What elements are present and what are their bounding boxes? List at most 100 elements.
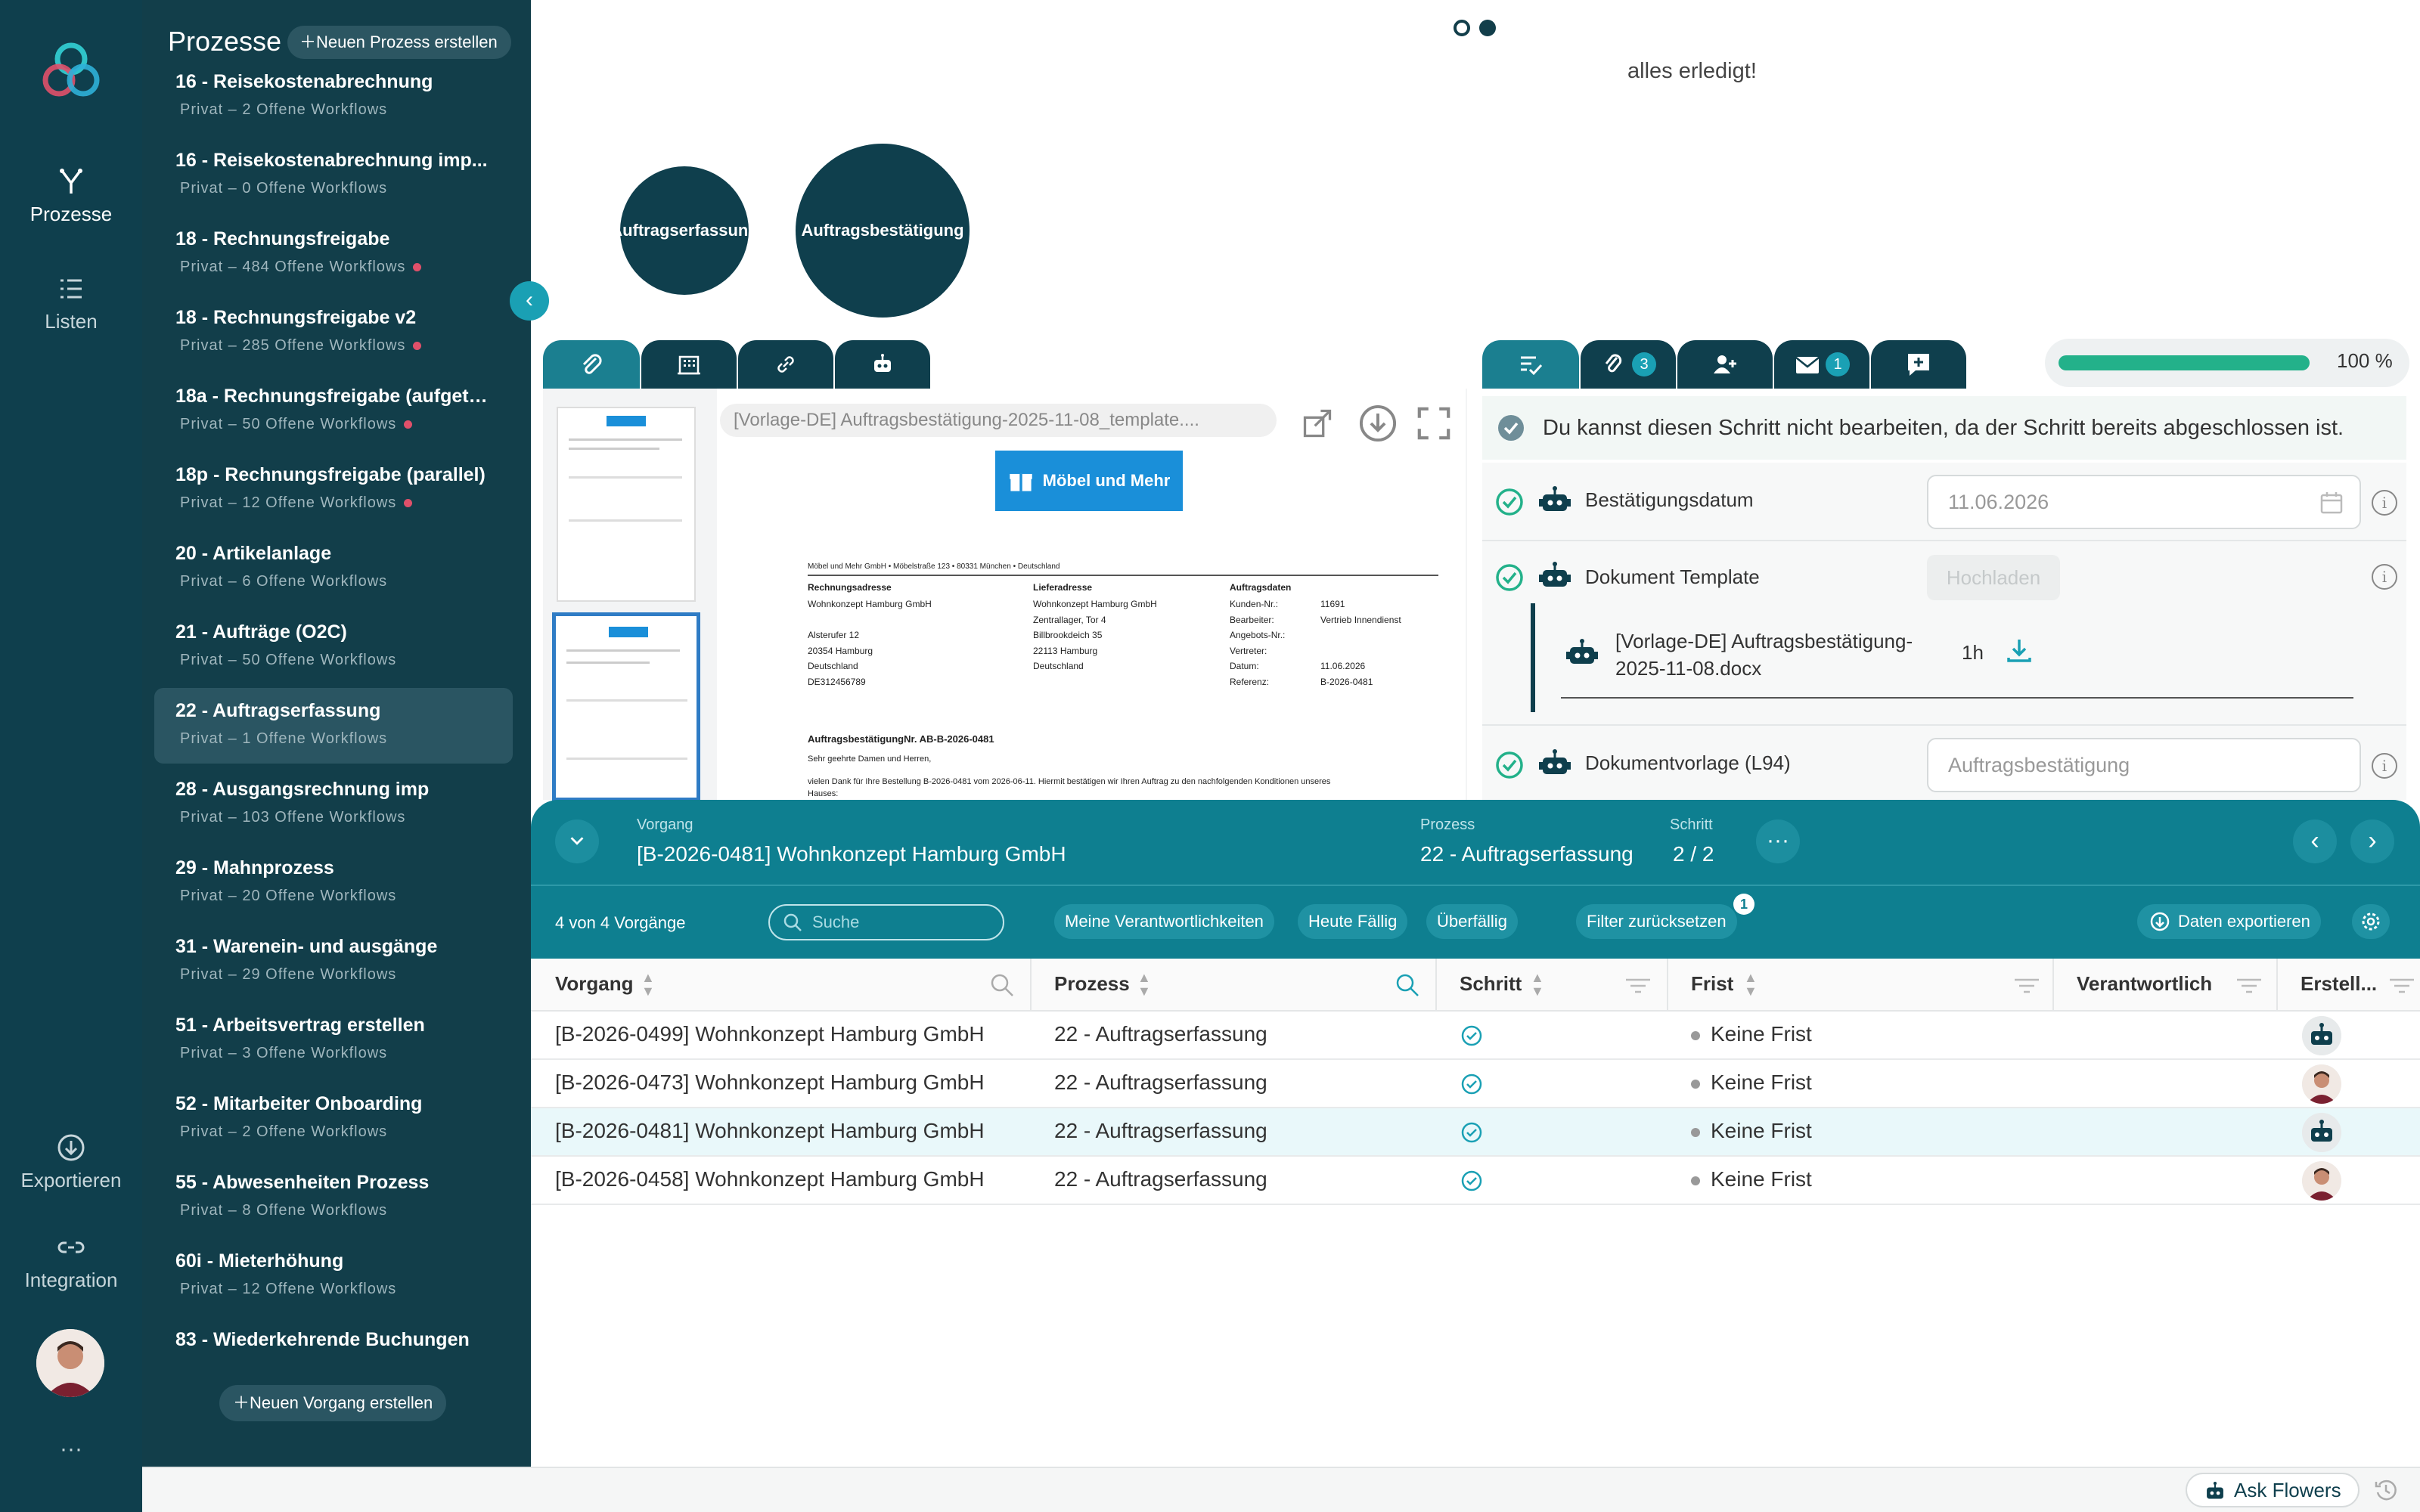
sort-icon[interactable]: ▲ ▼: [1744, 971, 1758, 998]
table-settings-button[interactable]: [2352, 904, 2390, 939]
robot-avatar-icon[interactable]: [2302, 1113, 2341, 1152]
person-avatar-icon[interactable]: [2302, 1064, 2341, 1104]
rail-item-integration[interactable]: Integration: [0, 1232, 142, 1292]
sort-icon[interactable]: ▲ ▼: [1137, 971, 1151, 998]
table-row[interactable]: [B-2026-0481] Wohnkonzept Hamburg GmbH 22…: [531, 1108, 2420, 1157]
template-file-link[interactable]: [Vorlage-DE] Auftragsbestätigung- 2025-11…: [1615, 627, 1913, 682]
filter-lines-icon[interactable]: [2235, 977, 2263, 995]
case-more-button[interactable]: ···: [1756, 820, 1800, 863]
process-item[interactable]: 31 - Warenein- und ausgänge Privat – 29 O…: [154, 924, 513, 999]
process-item[interactable]: 29 - Mahnprozess Privat – 20 Offene Workf…: [154, 845, 513, 921]
process-item[interactable]: 18 - Rechnungsfreigabe Privat – 484 Offen…: [154, 216, 513, 292]
process-item[interactable]: 18p - Rechnungsfreigabe (parallel) Privat…: [154, 452, 513, 528]
deadline-dot: [1691, 1030, 1700, 1040]
sort-icon[interactable]: ▲ ▼: [641, 971, 655, 998]
doc-order-key: Kunden-Nr.:: [1230, 599, 1279, 609]
download-icon[interactable]: [2004, 635, 2034, 665]
column-header-ersteller[interactable]: Erstell...: [2301, 972, 2377, 996]
column-header-frist[interactable]: Frist: [1691, 972, 1733, 996]
history-icon[interactable]: [2373, 1477, 2399, 1503]
filter-chip-my-responsibilities[interactable]: Meine Verantwortlichkeiten: [1054, 904, 1274, 939]
calendar-icon[interactable]: [2319, 490, 2344, 516]
page-thumbnail-2[interactable]: [552, 612, 700, 801]
flow-node-auftragserfassung[interactable]: Auftragserfassung: [610, 166, 759, 295]
next-case-button[interactable]: ›: [2350, 820, 2394, 863]
process-item[interactable]: 18 - Rechnungsfreigabe v2 Privat – 285 Of…: [154, 295, 513, 370]
column-header-schritt[interactable]: Schritt: [1460, 972, 1522, 996]
reset-filters-button[interactable]: Filter zurücksetzen: [1576, 904, 1737, 939]
filter-lines-icon[interactable]: [1624, 977, 1652, 995]
filter-chip-due-today[interactable]: Heute Fällig: [1298, 904, 1408, 939]
pager-dot-empty[interactable]: [1454, 20, 1470, 36]
process-item[interactable]: 21 - Aufträge (O2C) Privat – 50 Offene Wo…: [154, 609, 513, 685]
collapse-sidebar-button[interactable]: ‹: [510, 281, 549, 321]
process-item[interactable]: 18a - Rechnungsfreigabe (aufgete... Priva…: [154, 373, 513, 449]
process-item[interactable]: 28 - Ausgangsrechnung imp Privat – 103 Of…: [154, 767, 513, 842]
table-row[interactable]: [B-2026-0473] Wohnkonzept Hamburg GmbH 22…: [531, 1060, 2420, 1108]
date-input[interactable]: 11.06.2026: [1927, 475, 2361, 529]
person-avatar-icon[interactable]: [2302, 1161, 2341, 1201]
process-item[interactable]: 55 - Abwesenheiten Prozess Privat – 8 Off…: [154, 1160, 513, 1235]
process-name: 20 - Artikelanlage: [175, 543, 332, 564]
process-item[interactable]: 22 - Auftragserfassung Privat – 1 Offene …: [154, 688, 513, 764]
more-menu-button[interactable]: ···: [0, 1436, 142, 1462]
process-item[interactable]: 16 - Reisekostenabrechnung imp... Privat …: [154, 138, 513, 213]
tab-task-assignees[interactable]: [1677, 340, 1773, 389]
search-icon[interactable]: [1395, 972, 1420, 998]
process-item[interactable]: 83 - Wiederkehrende Buchungen: [154, 1317, 513, 1353]
table-row[interactable]: [B-2026-0499] Wohnkonzept Hamburg GmbH 22…: [531, 1012, 2420, 1060]
process-item[interactable]: 20 - Artikelanlage Privat – 6 Offene Work…: [154, 531, 513, 606]
filter-chip-overdue[interactable]: Überfällig: [1426, 904, 1518, 939]
doc-body: vielen Dank für Ihre Bestellung B-2026-0…: [808, 777, 1331, 786]
pager-dot-filled[interactable]: [1479, 20, 1496, 36]
vorgang-label: Vorgang: [637, 816, 693, 833]
user-avatar[interactable]: [36, 1329, 104, 1397]
column-header-prozess[interactable]: Prozess: [1054, 972, 1130, 996]
rail-item-processes[interactable]: Prozesse: [0, 166, 142, 226]
info-icon[interactable]: i: [2372, 753, 2397, 779]
doc-template-input[interactable]: Auftragsbestätigung: [1927, 738, 2361, 792]
tab-task-comment[interactable]: [1871, 340, 1966, 389]
previous-case-button[interactable]: ‹: [2293, 820, 2337, 863]
collapse-case-panel-button[interactable]: [555, 820, 599, 863]
download-document-button[interactable]: [1357, 402, 1399, 445]
process-item[interactable]: 60i - Mieterhöhung Privat – 12 Offene Wor…: [154, 1238, 513, 1314]
tab-task-checklist[interactable]: [1482, 340, 1579, 389]
tab-links[interactable]: [738, 340, 833, 389]
search-icon[interactable]: [989, 972, 1015, 998]
process-item[interactable]: 52 - Mitarbeiter Onboarding Privat – 2 Of…: [154, 1081, 513, 1157]
search-input[interactable]: Suche: [768, 904, 1004, 940]
filter-lines-icon[interactable]: [2013, 977, 2040, 995]
tab-attachments[interactable]: [543, 340, 640, 389]
app-logo-icon[interactable]: [39, 39, 103, 103]
process-subtitle: Privat – 6 Offene Workflows: [180, 573, 387, 590]
rail-item-export[interactable]: Exportieren: [0, 1132, 142, 1192]
process-name: 16 - Reisekostenabrechnung: [175, 71, 433, 92]
new-process-button[interactable]: ＋Neuen Prozess erstellen: [287, 26, 511, 59]
info-icon[interactable]: i: [2372, 564, 2397, 590]
export-data-button[interactable]: Daten exportieren: [2137, 904, 2321, 939]
fullscreen-button[interactable]: [1413, 402, 1455, 445]
column-header-verantwortlich[interactable]: Verantwortlich: [2077, 972, 2212, 996]
rail-item-lists[interactable]: Listen: [0, 274, 142, 333]
info-icon[interactable]: i: [2372, 490, 2397, 516]
ask-flowers-button[interactable]: Ask Flowers: [2186, 1473, 2360, 1507]
tab-task-mail[interactable]: 1: [1774, 340, 1869, 389]
process-item[interactable]: 16 - Reisekostenabrechnung Privat – 2 Off…: [154, 68, 513, 135]
flow-node-auftragsbestaetigung[interactable]: Auftragsbestätigung: [796, 144, 970, 318]
open-external-button[interactable]: [1296, 402, 1339, 445]
tab-automation[interactable]: [835, 340, 930, 389]
filter-lines-icon[interactable]: [2388, 977, 2415, 995]
tab-task-attachments[interactable]: 3: [1581, 340, 1676, 389]
column-header-vorgang[interactable]: Vorgang: [555, 972, 634, 996]
tab-company[interactable]: [641, 340, 737, 389]
frist-text: Keine Frist: [1711, 1167, 1812, 1191]
new-case-button[interactable]: ＋Neuen Vorgang erstellen: [219, 1385, 447, 1421]
upload-button[interactable]: Hochladen: [1927, 555, 2060, 600]
doc-delivery-line: Deutschland: [1033, 661, 1084, 671]
page-thumbnail-1[interactable]: [557, 407, 696, 602]
table-row[interactable]: [B-2026-0458] Wohnkonzept Hamburg GmbH 22…: [531, 1157, 2420, 1205]
process-item[interactable]: 51 - Arbeitsvertrag erstellen Privat – 3 …: [154, 1002, 513, 1078]
robot-avatar-icon[interactable]: [2302, 1016, 2341, 1055]
sort-icon[interactable]: ▲ ▼: [1531, 971, 1544, 998]
